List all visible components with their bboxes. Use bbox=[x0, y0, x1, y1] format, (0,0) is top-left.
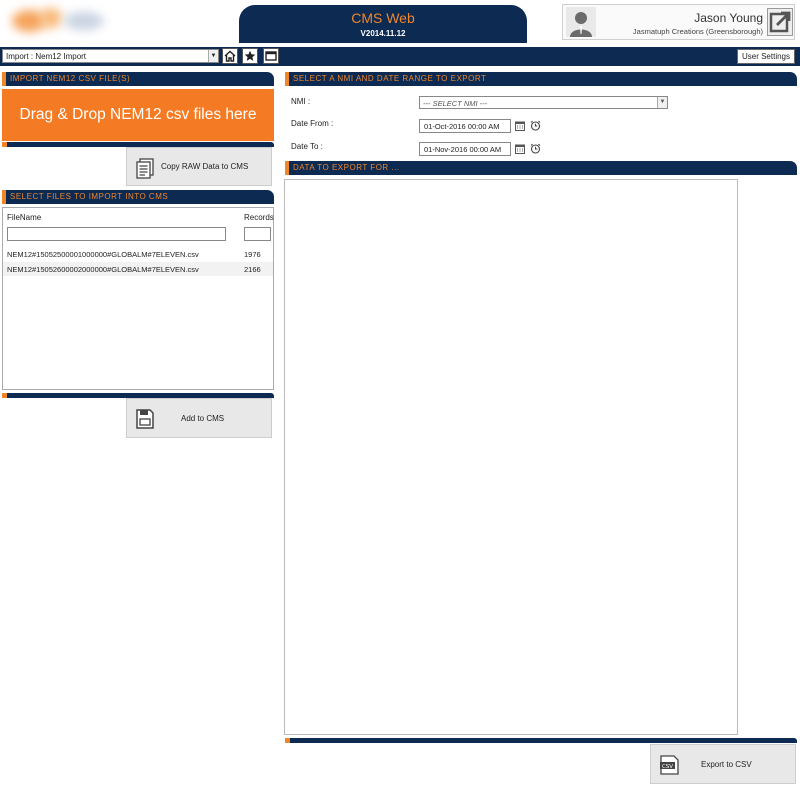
page-select-value: Import : Nem12 Import bbox=[6, 52, 87, 61]
user-name: Jason Young bbox=[694, 11, 763, 25]
nmi-label: NMI : bbox=[291, 97, 311, 106]
records-filter-input[interactable] bbox=[244, 227, 271, 241]
window-icon[interactable] bbox=[263, 48, 279, 64]
dropzone[interactable]: Drag & Drop NEM12 csv files here bbox=[2, 89, 274, 141]
nmi-select[interactable]: --- SELECT NMI --- ▼ bbox=[419, 96, 668, 109]
section-divider bbox=[285, 738, 797, 743]
user-settings-button[interactable]: User Settings bbox=[737, 49, 795, 64]
document-icon bbox=[135, 158, 155, 180]
csv-file-icon: CSV bbox=[659, 754, 681, 776]
app-title-tab: CMS Web V2014.11.12 bbox=[239, 5, 527, 43]
copy-raw-data-label: Copy RAW Data to CMS bbox=[161, 162, 249, 171]
date-from-label: Date From : bbox=[291, 119, 334, 128]
nmi-select-value: --- SELECT NMI --- bbox=[423, 99, 488, 108]
export-data-area bbox=[284, 179, 738, 735]
star-icon[interactable] bbox=[242, 48, 258, 64]
import-section-header: IMPORT NEM12 CSV FILE(S) bbox=[2, 72, 274, 86]
export-to-csv-label: Export to CSV bbox=[701, 759, 752, 769]
app-version: V2014.11.12 bbox=[360, 29, 406, 38]
table-row[interactable]: NEM12#15052600002000000#GLOBALM#7ELEVEN.… bbox=[3, 262, 273, 276]
company-logo bbox=[4, 2, 104, 38]
home-icon[interactable] bbox=[222, 48, 238, 64]
external-link-icon[interactable] bbox=[767, 8, 793, 36]
column-header-records[interactable]: Records bbox=[244, 213, 274, 222]
filename-filter-input[interactable] bbox=[7, 227, 226, 241]
column-header-filename[interactable]: FileName bbox=[7, 213, 41, 222]
export-section-header: SELECT A NMI AND DATE RANGE TO EXPORT bbox=[285, 72, 797, 86]
add-to-cms-button[interactable]: Add to CMS bbox=[126, 398, 272, 438]
files-section-header: SELECT FILES TO IMPORT INTO CMS bbox=[2, 190, 274, 204]
save-icon bbox=[135, 408, 155, 430]
records-cell: 2166 bbox=[244, 265, 261, 274]
user-organization: Jasmatuph Creations (Greensborough) bbox=[632, 27, 763, 36]
date-from-field[interactable]: 01-Oct-2016 00:00 AM bbox=[419, 119, 511, 133]
clock-icon[interactable] bbox=[530, 143, 541, 154]
date-to-label: Date To : bbox=[291, 142, 323, 151]
filename-cell: NEM12#15052500001000000#GLOBALM#7ELEVEN.… bbox=[7, 250, 199, 259]
avatar bbox=[566, 7, 596, 37]
copy-raw-data-button[interactable]: Copy RAW Data to CMS bbox=[126, 147, 272, 186]
svg-text:CSV: CSV bbox=[662, 764, 673, 770]
app-title: CMS Web bbox=[351, 10, 415, 26]
add-to-cms-label: Add to CMS bbox=[181, 413, 225, 423]
data-export-header: DATA TO EXPORT FOR ... bbox=[285, 161, 797, 175]
page-select[interactable]: Import : Nem12 Import ▼ bbox=[2, 49, 219, 63]
files-grid: FileName Records NEM12#15052500001000000… bbox=[2, 207, 274, 390]
user-panel: Jason Young Jasmatuph Creations (Greensb… bbox=[562, 4, 795, 40]
chevron-down-icon: ▼ bbox=[657, 97, 667, 108]
calendar-icon[interactable] bbox=[515, 144, 525, 154]
export-to-csv-button[interactable]: CSV Export to CSV bbox=[650, 744, 796, 784]
table-row[interactable]: NEM12#15052500001000000#GLOBALM#7ELEVEN.… bbox=[3, 247, 273, 261]
calendar-icon[interactable] bbox=[515, 121, 525, 131]
records-cell: 1976 bbox=[244, 250, 261, 259]
filename-cell: NEM12#15052600002000000#GLOBALM#7ELEVEN.… bbox=[7, 265, 199, 274]
chevron-down-icon: ▼ bbox=[208, 50, 218, 62]
clock-icon[interactable] bbox=[530, 120, 541, 131]
date-to-field[interactable]: 01-Nov-2016 00:00 AM bbox=[419, 142, 511, 156]
